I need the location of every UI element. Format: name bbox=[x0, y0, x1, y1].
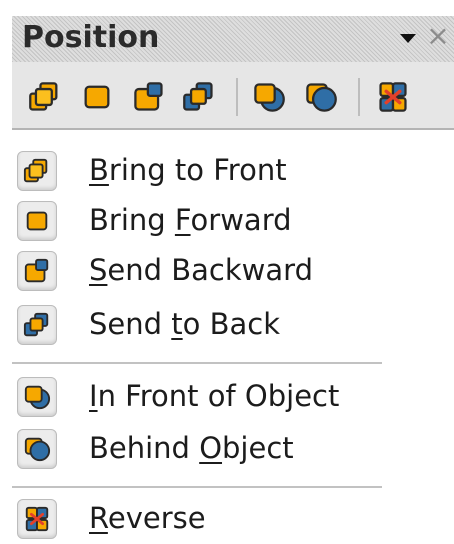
menu-item-in-front-of-object[interactable]: In Front of Object bbox=[12, 372, 382, 422]
bring-forward-icon bbox=[17, 201, 57, 241]
menu-item-bring-forward[interactable]: Bring Forward bbox=[12, 196, 382, 246]
reverse-icon bbox=[17, 499, 57, 539]
send-backward-icon bbox=[17, 251, 57, 291]
menu-item-bring-to-front[interactable]: Bring to Front bbox=[12, 146, 382, 196]
menu-separator bbox=[12, 486, 382, 488]
menu-item-label: Bring Forward bbox=[89, 203, 292, 237]
behind-object-icon bbox=[17, 429, 57, 469]
menu-item-label: Reverse bbox=[89, 501, 206, 535]
menu-item-label: Send to Back bbox=[89, 307, 281, 341]
menu-item-behind-object[interactable]: Behind Object bbox=[12, 424, 382, 474]
bring-to-front-icon bbox=[17, 151, 57, 191]
menu-item-label: In Front of Object bbox=[89, 379, 340, 413]
arrange-menu: Bring to Front Bring Forward Send Backwa… bbox=[0, 0, 454, 539]
menu-item-send-to-back[interactable]: Send to Back bbox=[12, 300, 382, 350]
menu-item-reverse[interactable]: Reverse bbox=[12, 494, 382, 544]
send-to-back-icon bbox=[17, 305, 57, 345]
in-front-of-object-icon bbox=[17, 377, 57, 417]
menu-separator bbox=[12, 362, 382, 364]
menu-item-send-backward[interactable]: Send Backward bbox=[12, 246, 382, 296]
menu-item-label: Send Backward bbox=[89, 253, 313, 287]
menu-item-label: Behind Object bbox=[89, 431, 294, 465]
menu-item-label: Bring to Front bbox=[89, 153, 287, 187]
